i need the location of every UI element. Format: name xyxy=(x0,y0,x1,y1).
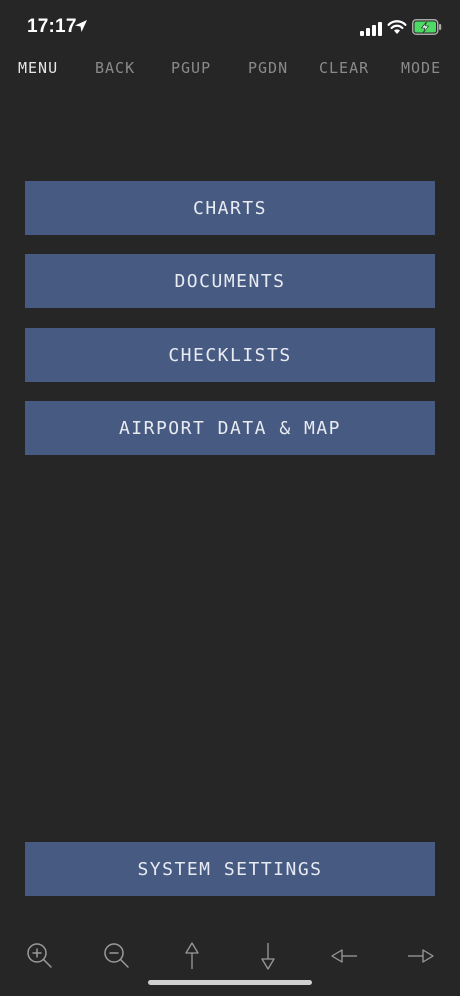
mode-button[interactable]: MODE xyxy=(401,59,441,77)
status-time: 17:17 xyxy=(27,16,77,37)
page-down-button[interactable]: PGDN xyxy=(248,59,288,77)
airport-data-map-button[interactable]: AIRPORT DATA & MAP xyxy=(25,401,435,455)
checklists-button[interactable]: CHECKLISTS xyxy=(25,328,435,382)
bottom-toolbar xyxy=(0,936,460,976)
documents-button[interactable]: DOCUMENTS xyxy=(25,254,435,308)
clear-button[interactable]: CLEAR xyxy=(319,59,369,77)
battery-charging-icon xyxy=(412,19,442,35)
charts-button[interactable]: CHARTS xyxy=(25,181,435,235)
location-arrow-icon xyxy=(74,19,88,33)
menu-tab[interactable]: MENU xyxy=(18,59,58,77)
arrow-up-icon[interactable] xyxy=(176,940,208,972)
cellular-signal-icon xyxy=(360,22,382,36)
page-up-button[interactable]: PGUP xyxy=(171,59,211,77)
status-bar: 17:17 xyxy=(0,0,460,56)
arrow-right-icon[interactable] xyxy=(405,940,437,972)
back-button[interactable]: BACK xyxy=(95,59,135,77)
zoom-in-icon[interactable] xyxy=(24,940,56,972)
wifi-icon xyxy=(387,19,407,35)
arrow-left-icon[interactable] xyxy=(328,940,360,972)
home-indicator[interactable] xyxy=(148,980,312,985)
zoom-out-icon[interactable] xyxy=(101,940,133,972)
command-bar: MENU BACK PGUP PGDN CLEAR MODE xyxy=(0,56,460,82)
system-settings-button[interactable]: SYSTEM SETTINGS xyxy=(25,842,435,896)
arrow-down-icon[interactable] xyxy=(252,940,284,972)
